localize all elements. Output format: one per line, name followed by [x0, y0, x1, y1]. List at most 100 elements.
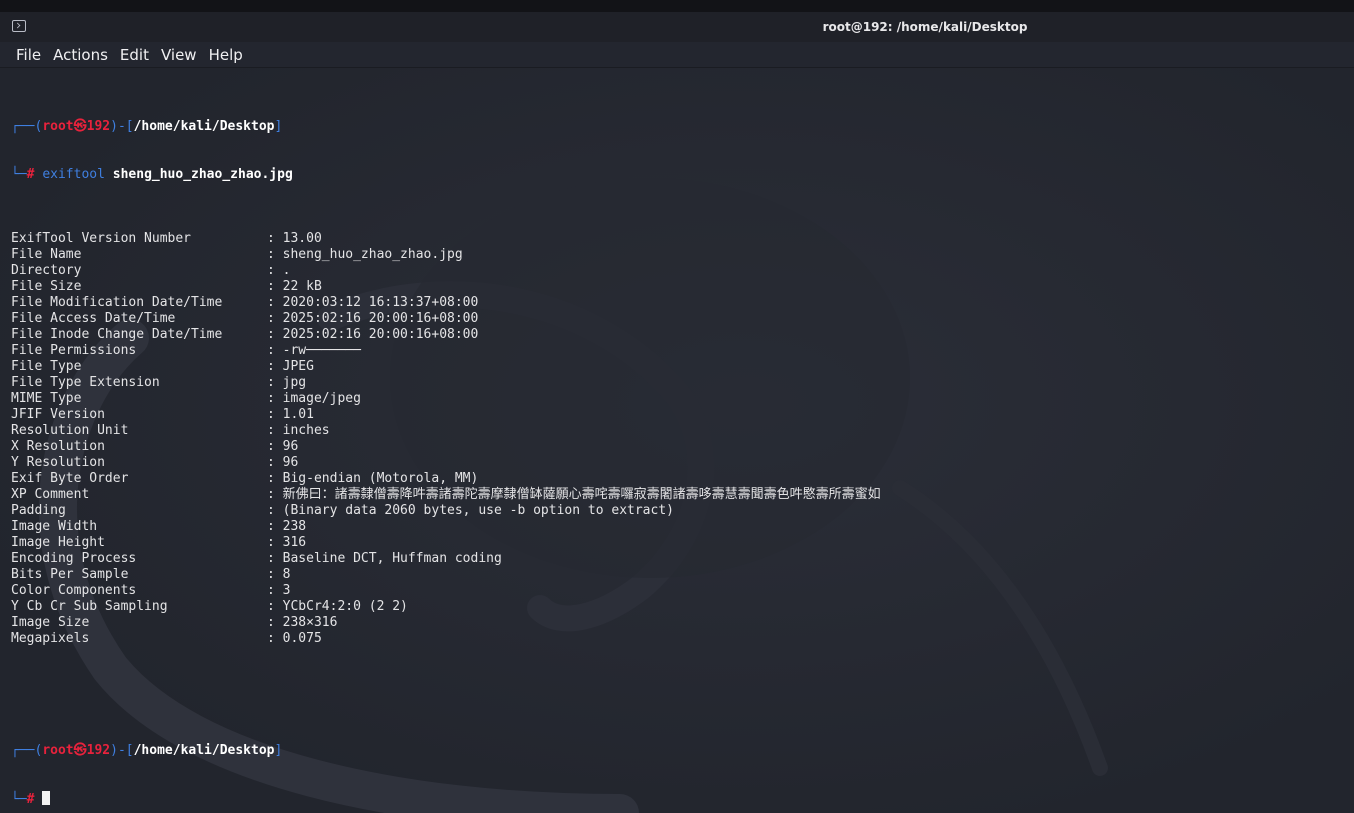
exif-separator: : [267, 503, 275, 518]
prompt-bracket: ] [274, 743, 283, 758]
exif-row: Resolution Unit: inches [11, 423, 1341, 439]
exif-separator: : [267, 407, 275, 422]
prompt-corner: └─ [11, 167, 27, 182]
prompt-hash: # [26, 792, 35, 807]
text-cursor [42, 791, 51, 805]
menu-bar: File Actions Edit View Help [0, 42, 1354, 68]
exif-key: MIME Type [11, 391, 82, 406]
exif-value: (Binary data 2060 bytes, use -b option t… [282, 503, 674, 518]
exif-key: Image Size [11, 615, 90, 630]
prompt-host: 192 [86, 743, 111, 758]
menu-view[interactable]: View [155, 46, 203, 64]
exif-separator: : [267, 487, 275, 502]
exif-row: MIME Type: image/jpeg [11, 391, 1341, 407]
exif-separator: : [267, 327, 275, 342]
exif-value: YCbCr4:2:0 (2 2) [282, 599, 408, 614]
menu-help[interactable]: Help [203, 46, 249, 64]
exif-separator: : [267, 455, 275, 470]
prompt-at-symbol: ㉿ [73, 743, 87, 758]
exif-key: File Name [11, 247, 82, 262]
exif-row: File Name: sheng_huo_zhao_zhao.jpg [11, 247, 1341, 263]
exif-row: Encoding Process: Baseline DCT, Huffman … [11, 551, 1341, 567]
prompt-line-1: ┌──(root㉿192)-[/home/kali/Desktop] [11, 119, 1341, 135]
menu-file[interactable]: File [10, 46, 47, 64]
exif-key: Megapixels [11, 631, 90, 646]
command-line: └─# exiftool sheng_huo_zhao_zhao.jpg [11, 167, 1341, 183]
prompt-host: 192 [86, 119, 111, 134]
prompt-bracket: ] [274, 119, 283, 134]
exif-key: Encoding Process [11, 551, 137, 566]
exif-separator: : [267, 247, 275, 262]
exif-key: Image Height [11, 535, 105, 550]
command-argument: sheng_huo_zhao_zhao.jpg [112, 167, 293, 182]
exif-separator: : [267, 551, 275, 566]
window-title: root@192: /home/kali/Desktop [822, 20, 1028, 34]
exif-key: JFIF Version [11, 407, 105, 422]
menu-edit[interactable]: Edit [114, 46, 155, 64]
exif-key: Bits Per Sample [11, 567, 129, 582]
exif-key: Padding [11, 503, 66, 518]
exif-row: ExifTool Version Number: 13.00 [11, 231, 1341, 247]
exif-value: jpg [282, 375, 307, 390]
exif-row: File Type: JPEG [11, 359, 1341, 375]
prompt-bracket: )-[ [110, 119, 134, 134]
input-line[interactable]: └─# [11, 791, 1341, 807]
exif-value: 3 [282, 583, 291, 598]
exif-separator: : [267, 375, 275, 390]
exif-separator: : [267, 279, 275, 294]
exif-separator: : [267, 583, 275, 598]
prompt-bracket: ┌──( [11, 743, 43, 758]
exif-row: File Modification Date/Time: 2020:03:12 … [11, 295, 1341, 311]
exif-key: Directory [11, 263, 82, 278]
exif-value: -rw─────── [282, 343, 361, 358]
exif-value: 新佛曰：諸壽隸僧壽降吽壽諸壽陀壽摩隸僧缽薩願心壽咤壽囉寂壽闍諸壽哆壽慧壽聞壽色吽… [282, 487, 881, 502]
exif-row: Color Components: 3 [11, 583, 1341, 599]
exif-key: Y Cb Cr Sub Sampling [11, 599, 168, 614]
exif-separator: : [267, 343, 275, 358]
prompt-at-symbol: ㉿ [73, 119, 87, 134]
exif-row: File Permissions: -rw─────── [11, 343, 1341, 359]
exif-row: Y Cb Cr Sub Sampling: YCbCr4:2:0 (2 2) [11, 599, 1341, 615]
exif-row: File Inode Change Date/Time: 2025:02:16 … [11, 327, 1341, 343]
exif-value: 22 kB [282, 279, 322, 294]
exif-row: X Resolution: 96 [11, 439, 1341, 455]
exif-row: File Access Date/Time: 2025:02:16 20:00:… [11, 311, 1341, 327]
prompt-bracket: ┌──( [11, 119, 43, 134]
command-name: exiftool [42, 167, 105, 182]
exif-output: ExifTool Version Number: 13.00 File Name:… [11, 231, 1341, 647]
exif-value: JPEG [282, 359, 314, 374]
exif-separator: : [267, 471, 275, 486]
exif-value: sheng_huo_zhao_zhao.jpg [282, 247, 463, 262]
exif-value: image/jpeg [282, 391, 361, 406]
exif-row: Bits Per Sample: 8 [11, 567, 1341, 583]
exif-key: Resolution Unit [11, 423, 129, 438]
exif-separator: : [267, 359, 275, 374]
exif-separator: : [267, 263, 275, 278]
exif-value: 8 [282, 567, 291, 582]
desktop-top-edge [0, 0, 1354, 12]
terminal-output[interactable]: ┌──(root㉿192)-[/home/kali/Desktop] └─# e… [11, 87, 1341, 813]
menu-actions[interactable]: Actions [47, 46, 114, 64]
exif-value: 316 [282, 535, 307, 550]
exif-key: File Inode Change Date/Time [11, 327, 223, 342]
exif-value: 1.01 [282, 407, 314, 422]
exif-row: JFIF Version: 1.01 [11, 407, 1341, 423]
title-bar[interactable]: root@192: /home/kali/Desktop [0, 12, 1354, 42]
exif-separator: : [267, 391, 275, 406]
exif-value: 2025:02:16 20:00:16+08:00 [282, 311, 479, 326]
exif-separator: : [267, 631, 275, 646]
exif-separator: : [267, 231, 275, 246]
exif-value: 13.00 [282, 231, 322, 246]
exif-value: 96 [282, 439, 299, 454]
exif-key: Color Components [11, 583, 137, 598]
exif-key: File Permissions [11, 343, 137, 358]
exif-separator: : [267, 439, 275, 454]
exif-row: Image Width: 238 [11, 519, 1341, 535]
exif-separator: : [267, 535, 275, 550]
prompt-user: root [42, 743, 74, 758]
exif-value: 2025:02:16 20:00:16+08:00 [282, 327, 479, 342]
prompt-path: /home/kali/Desktop [133, 743, 275, 758]
exif-separator: : [267, 567, 275, 582]
exif-value: 2020:03:12 16:13:37+08:00 [282, 295, 479, 310]
